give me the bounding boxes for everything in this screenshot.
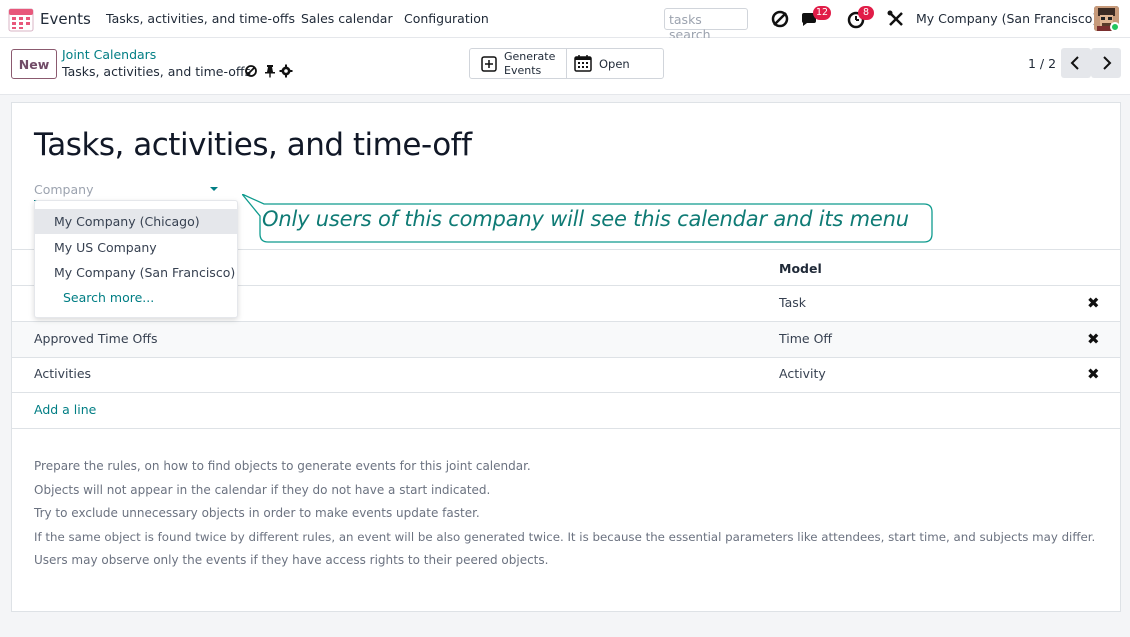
dropdown-item-san-francisco[interactable]: My Company (San Francisco): [35, 260, 237, 285]
dropdown-item-us-company[interactable]: My US Company: [35, 235, 237, 260]
help-text-line: If the same object is found twice by dif…: [34, 530, 1096, 544]
action-button-group: Generate Events Open: [469, 48, 664, 79]
pager-previous-button[interactable]: [1061, 48, 1091, 78]
calendar-name-field[interactable]: Tasks, activities, and time-off: [34, 127, 472, 163]
chevron-left-icon: [1070, 56, 1079, 70]
delete-row-icon[interactable]: ✖: [1087, 330, 1100, 348]
messages-badge: 12: [813, 6, 832, 20]
gear-icon[interactable]: [279, 64, 293, 78]
delete-row-icon[interactable]: ✖: [1087, 365, 1100, 383]
debug-tools-icon[interactable]: [885, 8, 907, 30]
table-row[interactable]: Activities Activity ✖: [12, 357, 1120, 393]
company-field[interactable]: Company: [34, 181, 218, 201]
open-button[interactable]: Open: [567, 49, 663, 78]
breadcrumb-current: Tasks, activities, and time-offs: [62, 64, 251, 79]
calendar-icon: [574, 55, 592, 72]
activities-badge: 8: [858, 6, 874, 20]
tooltip-text: Only users of this company will see this…: [262, 207, 909, 231]
menu-tasks-activities[interactable]: Tasks, activities, and time-offs: [106, 11, 295, 26]
menu-sales-calendar[interactable]: Sales calendar: [301, 11, 393, 26]
calendar-app-icon[interactable]: [8, 6, 34, 32]
company-switcher[interactable]: My Company (San Francisco): [916, 11, 1097, 26]
open-label: Open: [599, 57, 630, 71]
help-text-line: Prepare the rules, on how to find object…: [34, 459, 531, 473]
rule-name: Approved Time Offs: [34, 331, 158, 346]
rule-name: Activities: [34, 366, 92, 381]
generate-events-button[interactable]: Generate Events: [470, 49, 566, 78]
rule-model: Time Off: [779, 331, 833, 346]
delete-row-icon[interactable]: ✖: [1087, 294, 1100, 312]
odoo-assistant-icon[interactable]: [769, 8, 791, 30]
dropdown-item-chicago[interactable]: My Company (Chicago): [35, 209, 237, 234]
breadcrumb-joint-calendars[interactable]: Joint Calendars: [62, 47, 156, 62]
menu-configuration[interactable]: Configuration: [404, 11, 489, 26]
chevron-right-icon: [1103, 56, 1112, 70]
help-text-line: Objects will not appear in the calendar …: [34, 483, 491, 497]
control-panel: New Joint Calendars Tasks, activities, a…: [0, 38, 1130, 95]
add-line-row: [12, 393, 1120, 429]
pager-next-button[interactable]: [1091, 48, 1121, 78]
form-sheet: Tasks, activities, and time-off Company …: [11, 102, 1121, 612]
caret-down-icon[interactable]: [210, 187, 218, 191]
help-text-line: Users may observe only the events if the…: [34, 553, 549, 567]
rule-model: Task: [779, 295, 806, 310]
add-line-link[interactable]: Add a line: [34, 402, 96, 417]
tasks-search-input[interactable]: tasks search: [664, 8, 748, 42]
chatter-icon[interactable]: [244, 64, 258, 78]
plus-square-icon: [481, 56, 497, 72]
company-dropdown: My Company (Chicago) My US Company My Co…: [34, 200, 238, 318]
generate-label-line1: Generate: [504, 50, 556, 63]
pager-value[interactable]: 1 / 2: [1028, 56, 1056, 71]
generate-label-line2: Events: [504, 64, 542, 77]
search-more-link[interactable]: Search more...: [63, 290, 154, 305]
rule-model: Activity: [779, 366, 826, 381]
model-column-header[interactable]: Model: [779, 261, 822, 276]
pin-icon[interactable]: [263, 64, 277, 78]
new-button[interactable]: New: [11, 49, 57, 79]
online-status-dot: [1110, 22, 1120, 32]
table-row[interactable]: Approved Time Offs Time Off ✖: [12, 322, 1120, 358]
top-navbar: Events Tasks, activities, and time-offs …: [0, 0, 1130, 42]
app-name[interactable]: Events: [40, 10, 91, 28]
help-text-line: Try to exclude unnecessary objects in or…: [34, 506, 480, 520]
